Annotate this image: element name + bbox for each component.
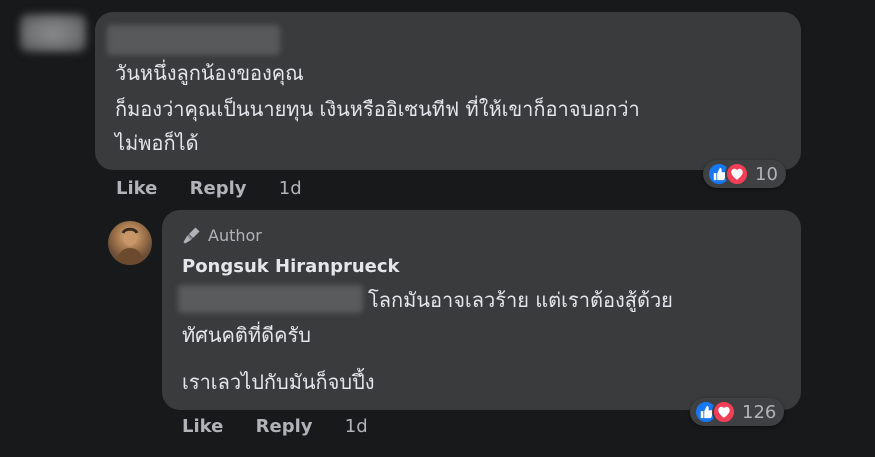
reply-text-line: โลกมันอาจเลวร้าย แต่เราต้องสู้ด้วย <box>368 288 673 312</box>
reaction-count: 10 <box>755 163 778 185</box>
microphone-icon <box>182 225 202 245</box>
commenter-avatar[interactable] <box>20 14 86 52</box>
comment-text-line: ก็มองว่าคุณเป็นนายทุน เงินหรืออิเซนทีฟ ท… <box>115 97 640 121</box>
reaction-summary[interactable]: 126 <box>690 398 785 426</box>
author-badge: Author <box>182 225 262 245</box>
comment-actions: Like Reply 1d <box>116 178 302 199</box>
reply-text-line: เราเลวไปกับมันก็จบปึ้ง <box>182 370 375 394</box>
reaction-summary[interactable]: 10 <box>703 160 786 188</box>
author-label: Author <box>208 225 262 245</box>
comment-text-line: วันหนึ่งลูกน้องของคุณ <box>115 61 304 85</box>
timestamp[interactable]: 1d <box>279 178 302 199</box>
love-icon <box>712 400 736 424</box>
timestamp[interactable]: 1d <box>345 416 368 437</box>
love-icon <box>725 162 749 186</box>
author-avatar[interactable] <box>108 221 152 265</box>
reply-text-line: ทัศนคติที่ดีครับ <box>182 323 311 347</box>
like-button[interactable]: Like <box>116 178 157 199</box>
mention-redacted[interactable] <box>178 285 363 313</box>
author-name[interactable]: Pongsuk Hiranprueck <box>182 256 400 277</box>
like-button[interactable]: Like <box>182 416 223 437</box>
reply-button[interactable]: Reply <box>190 178 247 199</box>
reply-actions: Like Reply 1d <box>182 416 368 437</box>
reply-button[interactable]: Reply <box>256 416 313 437</box>
comment-text-line: ไม่พอก็ได้ <box>115 131 199 155</box>
commenter-name-redacted[interactable] <box>107 25 280 55</box>
reaction-count: 126 <box>742 401 777 423</box>
